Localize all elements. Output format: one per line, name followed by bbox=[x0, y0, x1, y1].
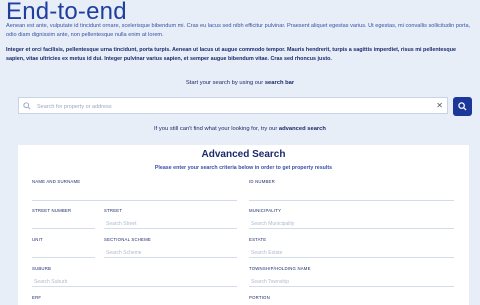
search-bar: ✕ bbox=[18, 97, 448, 114]
id-number-field[interactable] bbox=[249, 191, 454, 201]
search-input[interactable] bbox=[35, 100, 434, 114]
sectional-scheme-field[interactable] bbox=[104, 248, 237, 258]
township-label: TOWNSHIP/HOLDING NAME bbox=[249, 266, 311, 271]
unit-field[interactable] bbox=[32, 248, 95, 258]
portion-label: PORTION bbox=[249, 295, 270, 300]
close-icon[interactable]: ✕ bbox=[436, 100, 443, 112]
erf-label: ERF bbox=[32, 295, 42, 300]
search-icon bbox=[23, 102, 31, 110]
township-field[interactable] bbox=[249, 277, 454, 287]
advanced-search-subtitle: Please enter your search criteria below … bbox=[154, 165, 333, 171]
advanced-search-card: Advanced Search Please enter your search… bbox=[18, 145, 469, 305]
advanced-search-link[interactable]: advanced search bbox=[279, 126, 326, 132]
advanced-intro: If you still can't find what your lookin… bbox=[0, 126, 480, 132]
search-icon bbox=[458, 102, 467, 111]
street-number-field[interactable] bbox=[32, 219, 95, 229]
id-number-label: ID NUMBER bbox=[249, 179, 275, 184]
search-intro-bold: search bar bbox=[264, 80, 295, 86]
name-label: NAME AND SURNAME bbox=[32, 179, 81, 184]
intro-paragraph-bold: Integer et orci facilisis, pellentesque … bbox=[6, 47, 457, 62]
estate-label: ESTATE bbox=[249, 237, 267, 242]
advanced-intro-text: If you still can't find what your lookin… bbox=[154, 126, 279, 132]
suburb-label: SUBURB bbox=[32, 266, 52, 271]
estate-field[interactable] bbox=[249, 248, 454, 258]
search-intro-text: Start your search by using our bbox=[185, 80, 265, 86]
search-button[interactable] bbox=[453, 97, 472, 116]
search-intro: Start your search by using our search ba… bbox=[0, 80, 480, 86]
street-label: STREET bbox=[104, 208, 123, 213]
unit-label: UNIT bbox=[32, 237, 43, 242]
street-field[interactable] bbox=[104, 219, 237, 229]
municipality-label: MUNICIPALITY bbox=[249, 208, 282, 213]
advanced-search-title: Advanced Search bbox=[201, 149, 286, 160]
intro-paragraph: Aenean est ante, vulputate id tincidunt … bbox=[6, 23, 471, 38]
suburb-field[interactable] bbox=[32, 277, 237, 287]
sectional-scheme-label: SECTIONAL SCHEME bbox=[104, 237, 151, 242]
street-number-label: STREET NUMBER bbox=[32, 208, 72, 213]
municipality-field[interactable] bbox=[249, 219, 454, 229]
name-surname-field[interactable] bbox=[32, 191, 237, 201]
